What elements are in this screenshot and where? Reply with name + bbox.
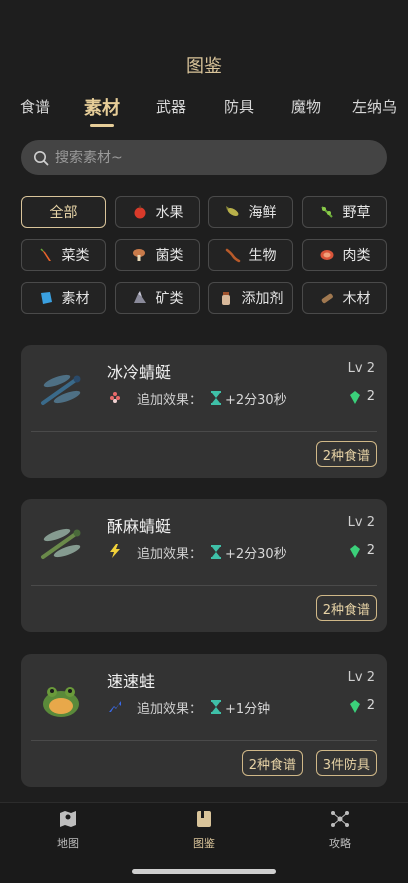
lightning-icon [110, 544, 120, 558]
meat-icon [320, 250, 333, 260]
home-indicator [132, 869, 276, 874]
material-icon [40, 292, 52, 304]
tab-armor[interactable]: 防具 [224, 96, 254, 117]
nav-map[interactable]: 地图 [38, 809, 98, 851]
gem-count: 2 [366, 698, 375, 713]
material-name: 冰冷蜻蜓 [107, 363, 172, 382]
filter-all[interactable]: 全部 [21, 196, 106, 228]
filter-mushrooms[interactable]: 菌类 [115, 239, 200, 271]
tab-zonai[interactable]: 左纳乌 [352, 96, 397, 117]
cold-resist-icon [110, 392, 120, 403]
tab-materials[interactable]: 素材 [84, 94, 120, 120]
recipes-badge[interactable]: 2种食谱 [315, 441, 377, 467]
filter-label: 肉类 [342, 248, 371, 264]
jar-icon [221, 292, 230, 305]
filter-label: 野草 [342, 205, 371, 221]
hourglass-icon [211, 391, 221, 405]
filter-materials[interactable]: 素材 [21, 282, 106, 314]
recipes-badge[interactable]: 2种食谱 [241, 750, 303, 776]
nav-label: 地图 [57, 837, 79, 850]
card-divider [31, 585, 377, 586]
filter-label: 素材 [61, 291, 90, 307]
search-icon [34, 150, 49, 165]
filter-label: 菜类 [61, 248, 90, 264]
network-icon [331, 811, 349, 827]
tab-recipes[interactable]: 食谱 [20, 96, 50, 117]
book-icon [197, 811, 211, 827]
category-tabs: 食谱 素材 武器 防具 魔物 左纳乌 [0, 96, 408, 130]
hourglass-icon [211, 700, 221, 714]
filter-ores[interactable]: 矿类 [115, 282, 200, 314]
filter-label: 矿类 [155, 291, 184, 307]
filter-label: 添加剂 [241, 291, 284, 307]
material-card[interactable]: 速速蛙 Lv 2 追加效果： +1分钟 2 2种食谱 3件防具 [21, 654, 387, 787]
nav-label: 攻略 [329, 837, 351, 850]
gem-count: 2 [366, 389, 375, 404]
filter-label: 海鲜 [248, 205, 277, 221]
active-tab-indicator [90, 124, 114, 127]
filter-wood[interactable]: 木材 [302, 282, 387, 314]
material-name: 酥麻蜻蜓 [107, 517, 172, 536]
frog-image [43, 687, 79, 717]
nav-compendium[interactable]: 图鉴 [174, 809, 234, 851]
armor-badge[interactable]: 3件防具 [315, 750, 377, 776]
herb-icon [320, 206, 333, 218]
material-name: 速速蛙 [107, 672, 156, 691]
material-card[interactable]: 冰冷蜻蜓 Lv 2 追加效果： +2分30秒 2 2种食谱 [21, 345, 387, 478]
effect-label: 追加效果： [137, 393, 203, 408]
material-level: Lv 2 [347, 670, 375, 685]
fish-icon [225, 206, 238, 216]
effect-duration: +1分钟 [225, 702, 271, 717]
effect-label: 追加效果： [137, 702, 203, 717]
filter-label: 菌类 [155, 248, 184, 264]
tab-monsters[interactable]: 魔物 [291, 96, 321, 117]
effect-duration: +2分30秒 [225, 547, 287, 562]
effect-label: 追加效果： [137, 547, 203, 562]
mushroom-icon [132, 249, 145, 261]
gem-icon [350, 700, 360, 713]
gem-icon [350, 391, 360, 404]
filter-meat[interactable]: 肉类 [302, 239, 387, 271]
page-title: 图鉴 [186, 56, 222, 77]
gem-count: 2 [366, 543, 375, 558]
dragonfly-image [41, 528, 81, 559]
apple-icon [134, 205, 145, 219]
map-icon [60, 811, 76, 827]
gem-icon [350, 545, 360, 558]
ore-icon [133, 291, 146, 303]
material-level: Lv 2 [347, 361, 375, 376]
lizard-icon [225, 248, 240, 263]
filter-label: 全部 [49, 205, 78, 221]
speed-icon [109, 701, 121, 712]
filter-fruit[interactable]: 水果 [115, 196, 200, 228]
filter-label: 生物 [248, 248, 277, 264]
effect-duration: +2分30秒 [225, 393, 287, 408]
filter-additives[interactable]: 添加剂 [208, 282, 293, 314]
hourglass-icon [211, 545, 221, 559]
search-bar[interactable] [21, 140, 387, 175]
wood-icon [321, 293, 333, 304]
material-level: Lv 2 [347, 515, 375, 530]
material-card[interactable]: 酥麻蜻蜓 Lv 2 追加效果： +2分30秒 2 2种食谱 [21, 499, 387, 632]
filter-label: 水果 [155, 205, 184, 221]
filter-label: 木材 [342, 291, 371, 307]
dragonfly-image [41, 374, 81, 405]
tab-weapons[interactable]: 武器 [156, 96, 186, 117]
filter-seafood[interactable]: 海鲜 [208, 196, 293, 228]
nav-label: 图鉴 [193, 837, 215, 850]
search-input[interactable] [55, 149, 355, 166]
recipes-badge[interactable]: 2种食谱 [315, 595, 377, 621]
filter-vegetables[interactable]: 菜类 [21, 239, 106, 271]
filter-creatures[interactable]: 生物 [208, 239, 293, 271]
carrot-icon [39, 248, 51, 261]
filter-herbs[interactable]: 野草 [302, 196, 387, 228]
card-divider [31, 740, 377, 741]
card-divider [31, 431, 377, 432]
nav-guide[interactable]: 攻略 [310, 809, 370, 851]
